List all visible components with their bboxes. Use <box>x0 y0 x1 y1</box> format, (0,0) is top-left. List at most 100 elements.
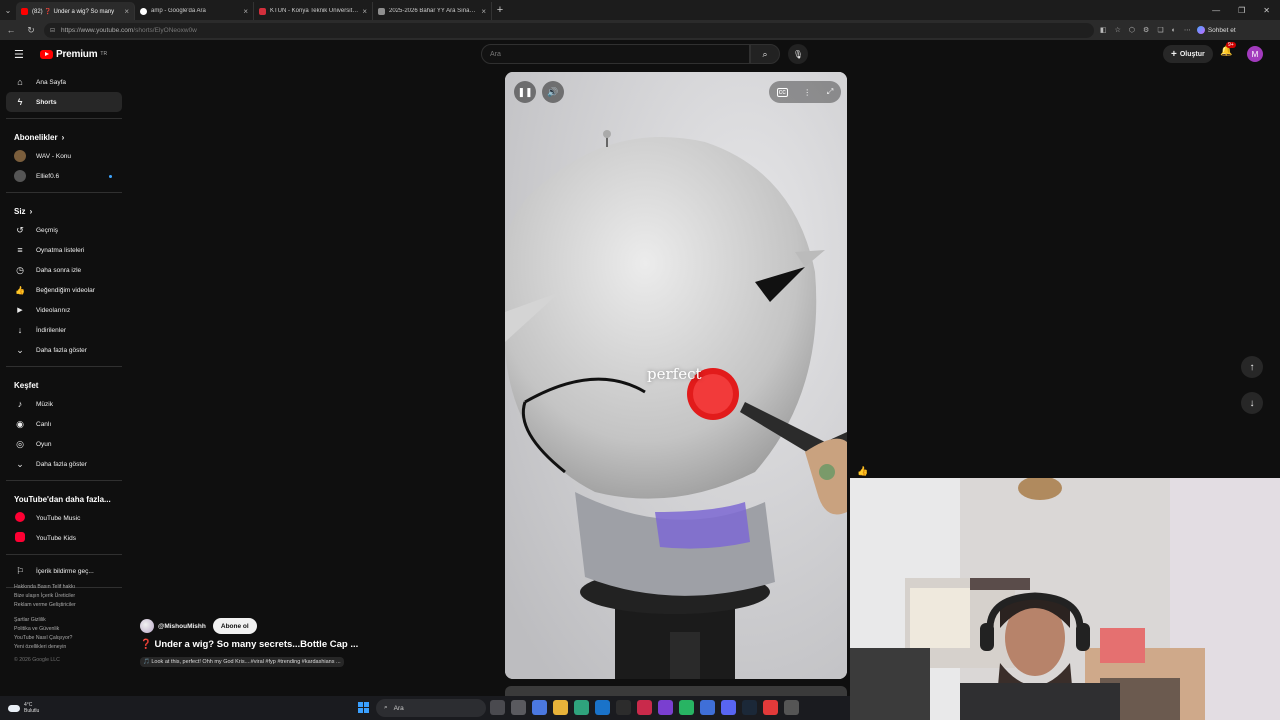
sidebar-item-downloads[interactable]: ↓ İndirilenler <box>6 320 122 340</box>
footer-link[interactable]: Politika ve Güvenlik <box>14 625 119 634</box>
back-icon[interactable]: ← <box>4 25 18 35</box>
steam-icon[interactable] <box>742 700 757 715</box>
app-icon[interactable] <box>763 700 778 715</box>
close-tab-icon[interactable]: × <box>481 7 486 16</box>
previous-short-button[interactable]: ↑ <box>1241 356 1263 378</box>
sidebar-item-youtube-music[interactable]: YouTube Music <box>6 508 122 528</box>
footer-link[interactable]: Reklam verme Geliştiriciler <box>14 601 119 610</box>
footer-link[interactable]: Bize ulaşın İçerik Üreticiler <box>14 592 119 601</box>
taskbar-search[interactable]: ⌕ Ara <box>376 699 486 717</box>
sidebar-item-liked-videos[interactable]: 👍 Beğendiğim videolar <box>6 280 122 300</box>
sidebar-item-live[interactable]: ◉ Canlı <box>6 414 122 434</box>
tab-list-icon[interactable]: ⌄ <box>0 0 16 20</box>
close-window-icon[interactable]: ✕ <box>1263 6 1270 15</box>
tab-exam[interactable]: 2025-2026 Bahar YY Ara Sınav Pr × <box>373 2 492 20</box>
sidebar-item-youtube-kids[interactable]: YouTube Kids <box>6 528 122 548</box>
footer-link[interactable]: YouTube Nasıl Çalışıyor? <box>14 634 119 643</box>
sidebar-item-show-more[interactable]: ⌄ Daha fazla göster <box>6 340 122 360</box>
close-tab-icon[interactable]: × <box>362 7 367 16</box>
app-icon[interactable] <box>700 700 715 715</box>
more-options-icon[interactable]: ⋮ <box>803 88 811 97</box>
guide-sidebar: ⌂ Ana Sayfa ϟ Shorts Abonelikler › WAV -… <box>6 72 122 594</box>
video-description[interactable]: 🎵 Look at this, perfect! Ohh my God Kris… <box>140 657 344 667</box>
pause-button[interactable]: ❚❚ <box>514 81 536 103</box>
sidebar-item-history[interactable]: ↺ Geçmiş <box>6 220 122 240</box>
task-view-icon[interactable] <box>490 700 505 715</box>
app-icon[interactable] <box>658 700 673 715</box>
section-title: Siz <box>14 207 26 216</box>
footer-link[interactable]: Şartlar Gizlilik <box>14 616 119 625</box>
next-short-button[interactable]: ↓ <box>1241 392 1263 414</box>
extension-icon[interactable]: ⬡ <box>1129 26 1135 34</box>
captions-icon[interactable]: cc <box>776 87 788 97</box>
microphone-icon: 🎙 <box>792 49 804 59</box>
sohbet-button[interactable]: Sohbet et <box>1196 26 1236 34</box>
extension-icon[interactable]: ◧ <box>1100 26 1107 34</box>
channel-name[interactable]: @MishouMishh <box>158 623 206 630</box>
tab-google[interactable]: amp - Google'da Ara × <box>135 2 254 20</box>
notifications-button[interactable]: 🔔 9+ <box>1220 42 1236 57</box>
maximize-icon[interactable]: ❐ <box>1238 6 1245 15</box>
video-title[interactable]: ❓ Under a wig? So many secrets...Bottle … <box>140 639 500 650</box>
sidebar-item-label: Daha sonra izle <box>36 266 82 274</box>
voice-search-button[interactable]: 🎙 <box>788 44 808 64</box>
channel-avatar <box>14 150 26 162</box>
new-tab-icon[interactable]: + <box>492 4 508 16</box>
shorts-player[interactable]: ❚❚ 🔊 cc ⋮ ⤢ perfect <box>505 72 847 679</box>
profile-icon[interactable]: ◐ <box>1172 27 1176 34</box>
site-info-icon[interactable]: ⊟ <box>50 27 55 34</box>
subscribe-button[interactable]: Abone ol <box>212 618 257 634</box>
avatar[interactable]: M <box>1247 46 1263 62</box>
edge-icon[interactable] <box>574 700 589 715</box>
windows-start-icon[interactable] <box>358 702 369 713</box>
sidebar-item-watch-later[interactable]: ◷ Daha sonra izle <box>6 260 122 280</box>
minimize-icon[interactable]: — <box>1212 6 1220 15</box>
channel-row: @MishouMishh Abone ol <box>140 618 500 634</box>
search-input[interactable]: Ara <box>481 44 750 64</box>
collections-icon[interactable]: ❏ <box>1157 26 1163 34</box>
address-bar[interactable]: ⊟ https://www.youtube.com/shorts/ElyONeo… <box>44 22 1094 38</box>
terminal-icon[interactable] <box>616 700 631 715</box>
favorite-star-icon[interactable]: ☆ <box>1115 26 1121 34</box>
fullscreen-icon[interactable]: ⤢ <box>827 87 833 97</box>
sidebar-item-subscription[interactable]: WAV - Konu <box>6 146 122 166</box>
whatsapp-icon[interactable] <box>679 700 694 715</box>
reload-icon[interactable]: ↻ <box>24 25 38 36</box>
url-path: /shorts/ElyONeoxw0w <box>133 26 197 34</box>
close-tab-icon[interactable]: × <box>243 7 248 16</box>
create-button[interactable]: + Oluştur <box>1163 45 1213 63</box>
tab-youtube[interactable]: (82) ❓ Under a wig? So many × <box>16 2 135 20</box>
youtube-logo[interactable]: Premium TR <box>40 49 107 60</box>
outlook-icon[interactable] <box>595 700 610 715</box>
copilot-icon[interactable] <box>532 700 547 715</box>
file-explorer-icon[interactable] <box>553 700 568 715</box>
sidebar-item-gaming[interactable]: ◎ Oyun <box>6 434 122 454</box>
sidebar-item-shorts[interactable]: ϟ Shorts <box>6 92 122 112</box>
sidebar-item-playlists[interactable]: ≡ Oynatma listeleri <box>6 240 122 260</box>
weather-widget[interactable]: 4°C Bulutlu <box>8 702 39 714</box>
tab-ktun[interactable]: KTÜN - Konya Teknik Üniversitesi × <box>254 2 373 20</box>
more-icon[interactable]: ⋯ <box>1184 26 1191 34</box>
sidebar-item-show-more[interactable]: ⌄ Daha fazla göster <box>6 454 122 474</box>
close-tab-icon[interactable]: × <box>124 7 129 16</box>
discord-icon[interactable] <box>721 700 736 715</box>
search-button[interactable]: ⌕ <box>750 44 780 64</box>
sidebar-item-music[interactable]: ♪ Müzik <box>6 394 122 414</box>
sidebar-item-your-videos[interactable]: ▶ Videolarınız <box>6 300 122 320</box>
footer-link[interactable]: Yeni özellikleri deneyin <box>14 643 119 652</box>
sidebar-item-report-history[interactable]: ⚐ İçerik bildirme geç... <box>6 561 122 581</box>
mute-button[interactable]: 🔊 <box>542 81 564 103</box>
extension-icon[interactable]: ⚙ <box>1143 26 1149 34</box>
store-icon[interactable] <box>511 700 526 715</box>
you-heading[interactable]: Siz › <box>6 199 122 220</box>
subscriptions-heading[interactable]: Abonelikler › <box>6 125 122 146</box>
next-short-preview[interactable] <box>505 686 847 696</box>
app-icon[interactable] <box>637 700 652 715</box>
menu-icon[interactable]: ☰ <box>14 48 28 61</box>
like-icon[interactable]: 👍 <box>857 466 868 477</box>
footer-link[interactable]: Hakkında Basın Telif hakkı <box>14 583 119 592</box>
sidebar-item-home[interactable]: ⌂ Ana Sayfa <box>6 72 122 92</box>
sidebar-item-subscription[interactable]: Ellief0.6 <box>6 166 122 186</box>
channel-avatar[interactable] <box>140 619 154 633</box>
settings-icon[interactable] <box>784 700 799 715</box>
